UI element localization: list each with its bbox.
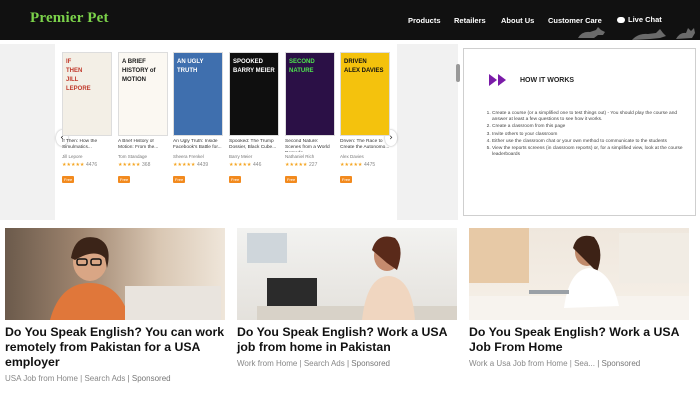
book-title[interactable]: An Ugly Truth: Inside Facebook's Battle … xyxy=(173,139,223,152)
book-cover-text: ALEX DAVIES xyxy=(344,68,384,74)
book-cover-text: NATURE xyxy=(289,68,314,74)
how-step: Create a classroom from this page xyxy=(492,124,684,130)
sponsored-ad[interactable]: Do You Speak English? Work a USA Job Fro… xyxy=(469,228,689,368)
rating-stars-icon: ★★★★★ 4475 xyxy=(340,162,376,168)
book-title[interactable]: Second Nature: Scenes from a World Remad… xyxy=(285,139,335,152)
book-author: Alex Davies xyxy=(340,154,364,159)
book-cover-text: SECOND xyxy=(289,59,315,65)
rating-count: 446 xyxy=(253,162,262,168)
rating-count: 4439 xyxy=(197,162,209,168)
nav-about-us[interactable]: About Us xyxy=(501,16,534,25)
ad-source: USA Job from Home | Search Ads | Sponsor… xyxy=(5,374,171,383)
pets-silhouette-icon xyxy=(578,27,695,40)
book-title[interactable]: A Brief History of Motion: From the... xyxy=(118,139,168,152)
book-cover-text: TRUTH xyxy=(177,68,198,74)
how-step: Invite others to your classroom xyxy=(492,132,684,138)
how-it-works-panel: HOW IT WORKS Create a course (or a simpl… xyxy=(463,48,696,216)
how-it-works-steps: Create a course (or a simplified one to … xyxy=(484,111,684,159)
how-step: Either use the classroom chat or your ow… xyxy=(492,139,684,145)
book-cover-text: IF xyxy=(66,59,72,65)
book-cover[interactable]: A BRIEF HISTORY of MOTION xyxy=(118,52,168,136)
ad-title[interactable]: Do You Speak English? Work a USA Job Fro… xyxy=(469,325,689,355)
book-cover-text: HISTORY of xyxy=(122,68,156,74)
woman-phone-photo xyxy=(247,233,457,320)
book-author: Sheera Frenkel xyxy=(173,154,204,159)
rating-stars-icon: ★★★★★ 4476 xyxy=(62,162,98,168)
rating-count: 4476 xyxy=(86,162,98,168)
rating-count: 368 xyxy=(142,162,151,168)
sponsored-ad[interactable]: Do You Speak English? Work a USA job fro… xyxy=(237,228,457,368)
ad-source: Work a Usa Job from Home | Sea... | Spon… xyxy=(469,359,641,368)
rating-stars-icon: ★★★★★ 446 xyxy=(229,162,262,168)
book-title[interactable]: If Then: How the Simulmatics... xyxy=(62,139,112,152)
book-card[interactable]: SPOOKED BARRY MEIER Spooked: The Trump Dos… xyxy=(229,52,279,186)
book-cover-text: BARRY MEIER xyxy=(233,68,275,74)
book-card[interactable]: DRIVEN ALEX DAVIES Driven: The Race to Cre… xyxy=(340,52,390,186)
free-badge[interactable]: Free xyxy=(229,176,242,183)
rating-count: 227 xyxy=(309,162,318,168)
ad-image[interactable] xyxy=(5,228,225,320)
ad-title[interactable]: Do You Speak English? Work a USA job fro… xyxy=(237,325,457,355)
nav-products[interactable]: Products xyxy=(408,16,441,25)
book-cover[interactable]: SPOOKED BARRY MEIER xyxy=(229,52,279,136)
book-cover-text: MOTION xyxy=(122,77,146,83)
ad-source: Work from Home | Search Ads | Sponsored xyxy=(237,359,390,368)
rating-stars-icon: ★★★★★ 227 xyxy=(285,162,318,168)
book-card[interactable]: IF THEN JILL LEPORE If Then: How the Simulma… xyxy=(62,52,112,186)
book-author: Tom Standage xyxy=(118,154,148,159)
free-badge[interactable]: Free xyxy=(118,176,131,183)
top-navigation-bar: Premier Pet Products Retailers About Us … xyxy=(0,0,700,40)
scrollbar[interactable] xyxy=(456,64,460,82)
how-it-works-title: HOW IT WORKS xyxy=(520,77,575,84)
book-author: Barry Meier xyxy=(229,154,253,159)
free-badge[interactable]: Free xyxy=(340,176,353,183)
rating-count: 4475 xyxy=(364,162,376,168)
free-badge[interactable]: Free xyxy=(285,176,298,183)
rating-stars-icon: ★★★★★ 368 xyxy=(118,162,151,168)
book-author: Nathaniel Rich xyxy=(285,154,315,159)
book-title[interactable]: Driven: The Race to Create the Autonomo.… xyxy=(340,139,390,152)
fast-forward-icon xyxy=(489,74,506,86)
book-cover[interactable]: AN UGLY TRUTH xyxy=(173,52,223,136)
woman-laptop-photo xyxy=(469,228,689,320)
book-cover[interactable]: IF THEN JILL LEPORE xyxy=(62,52,112,136)
book-cover-text: AN UGLY xyxy=(177,59,204,65)
nav-retailers[interactable]: Retailers xyxy=(454,16,486,25)
ad-image[interactable] xyxy=(469,228,689,320)
how-step: Create a course (or a simplified one to … xyxy=(492,111,684,123)
book-cover-text: LEPORE xyxy=(66,86,91,92)
book-card[interactable]: SECOND NATURE Second Nature: Scenes from a… xyxy=(285,52,335,186)
book-cover[interactable]: SECOND NATURE xyxy=(285,52,335,136)
free-badge[interactable]: Free xyxy=(173,176,186,183)
book-card[interactable]: AN UGLY TRUTH An Ugly Truth: Inside Facebo… xyxy=(173,52,223,186)
book-cover-text: THEN xyxy=(66,68,83,74)
book-cover-text: DRIVEN xyxy=(344,59,367,65)
book-title[interactable]: Spooked: The Trump Dossier, Black Cube..… xyxy=(229,139,279,152)
ad-title[interactable]: Do You Speak English? You can work remot… xyxy=(5,325,225,370)
book-author: Jill Lepore xyxy=(62,154,83,159)
woman-glasses-photo xyxy=(50,237,221,320)
book-cover-text: JILL xyxy=(66,77,79,83)
how-step: View the reports screens (in classroom r… xyxy=(492,146,684,158)
rating-stars-icon: ★★★★★ 4439 xyxy=(173,162,209,168)
free-badge[interactable]: Free xyxy=(62,176,75,183)
book-card[interactable]: A BRIEF HISTORY of MOTION A Brief History o… xyxy=(118,52,168,186)
book-cover-text: SPOOKED xyxy=(233,59,264,65)
ad-image[interactable] xyxy=(237,228,457,320)
sponsored-ad[interactable]: Do You Speak English? You can work remot… xyxy=(5,228,225,383)
book-cover-text: A BRIEF xyxy=(122,59,146,65)
site-logo[interactable]: Premier Pet xyxy=(30,10,109,27)
book-cover[interactable]: DRIVEN ALEX DAVIES xyxy=(340,52,390,136)
